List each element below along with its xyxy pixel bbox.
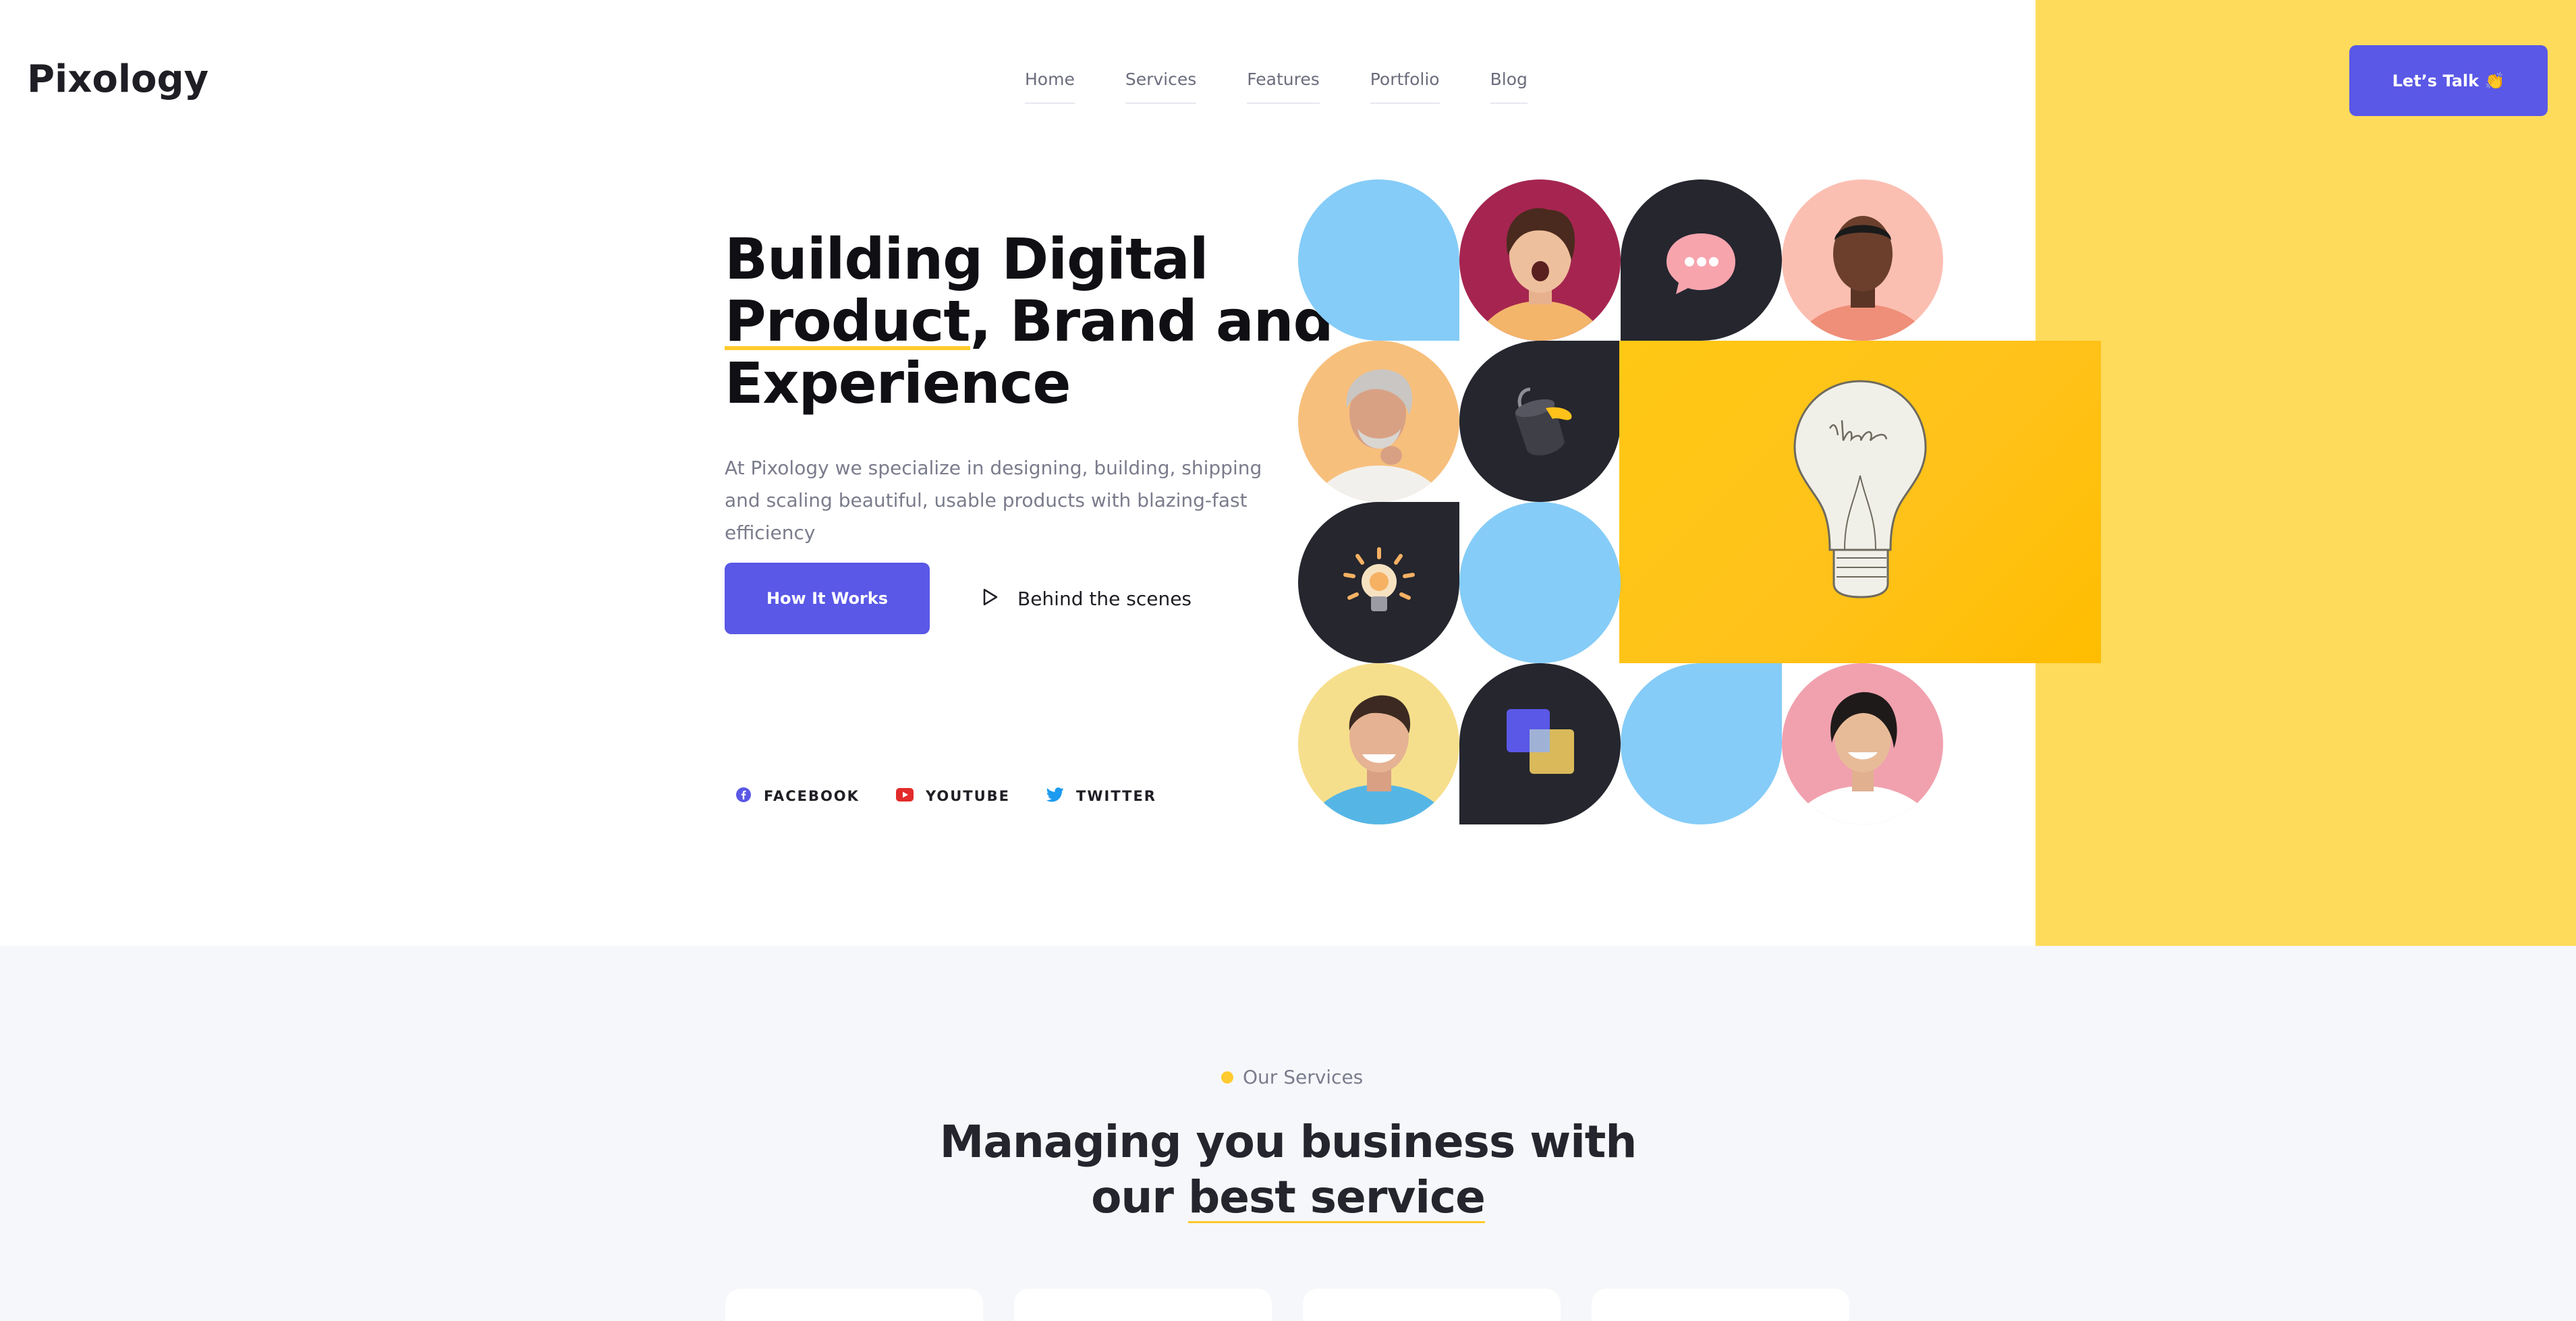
mosaic-blue-circle xyxy=(1459,502,1621,663)
nav-item-features[interactable]: Features xyxy=(1247,67,1320,104)
nav-item-portfolio[interactable]: Portfolio xyxy=(1370,67,1440,104)
hero-title-line-2-rest: , Brand and xyxy=(970,288,1334,354)
hero-title-line-3: Experience xyxy=(725,350,1071,416)
hero-title-line-1: Building Digital xyxy=(725,226,1209,292)
mosaic-dark-leaf xyxy=(1459,663,1621,824)
service-card[interactable] xyxy=(1303,1289,1561,1321)
layers-icon xyxy=(1507,709,1574,774)
hero-title: Building Digital Product, Brand and Expe… xyxy=(725,226,1334,416)
play-icon xyxy=(980,587,1000,610)
mosaic-dark-leaf xyxy=(1298,502,1459,663)
hero-title-highlight: Product xyxy=(725,288,971,354)
how-it-works-button[interactable]: How It Works xyxy=(725,563,930,634)
avatar xyxy=(1298,663,1459,824)
service-card[interactable] xyxy=(725,1289,983,1321)
paint-bucket-icon xyxy=(1515,387,1572,456)
nav-item-services[interactable]: Services xyxy=(1125,67,1197,104)
lets-talk-button[interactable]: Let’s Talk 👏 xyxy=(2349,45,2548,116)
service-card[interactable] xyxy=(1592,1289,1849,1321)
mosaic-dark-leaf xyxy=(1621,179,1782,341)
hero-description: At Pixology we specialize in designing, … xyxy=(725,457,1262,544)
social-youtube-label: YOUTUBE xyxy=(925,788,1011,804)
section-title-highlight: best service xyxy=(1187,1171,1486,1223)
social-twitter-label: TWITTER xyxy=(1076,788,1156,804)
avatar xyxy=(1298,341,1459,502)
service-card[interactable] xyxy=(1014,1289,1272,1321)
site-logo[interactable]: Pixology xyxy=(27,54,208,105)
social-links: FACEBOOK YOUTUBE TWITTER xyxy=(735,787,1193,806)
hero-title-line-2: Product, Brand and xyxy=(725,288,1334,354)
social-twitter[interactable]: TWITTER xyxy=(1046,787,1156,805)
behind-the-scenes-link[interactable]: Behind the scenes xyxy=(980,580,1192,617)
nav-item-home[interactable]: Home xyxy=(1025,67,1075,104)
section-title: Managing you business with our best serv… xyxy=(883,1115,1693,1225)
mosaic-blue-leaf xyxy=(1298,179,1459,341)
section-tag-label: Our Services xyxy=(1243,1066,1364,1088)
chat-bubble-icon xyxy=(1667,233,1735,294)
tag-dot-icon xyxy=(1221,1071,1233,1084)
mosaic-blue-leaf xyxy=(1621,663,1782,824)
avatar xyxy=(1782,663,1943,824)
section-tag: Our Services xyxy=(1221,1066,1363,1088)
section-title-line-2-plain: our xyxy=(1091,1171,1188,1223)
facebook-icon xyxy=(735,787,752,806)
avatar xyxy=(1782,179,1943,341)
social-facebook[interactable]: FACEBOOK xyxy=(735,787,860,806)
nav-item-blog[interactable]: Blog xyxy=(1490,67,1528,104)
twitter-icon xyxy=(1046,787,1064,805)
main-nav: Home Services Features Portfolio Blog xyxy=(1025,67,1578,104)
social-youtube[interactable]: YOUTUBE xyxy=(895,788,1011,804)
mosaic-dark-leaf xyxy=(1459,341,1621,502)
youtube-icon xyxy=(895,788,914,804)
hero-yellow-panel xyxy=(2036,0,2576,946)
lightbulb-icon xyxy=(1343,547,1415,611)
section-title-line-1: Managing you business with xyxy=(939,1116,1637,1168)
social-facebook-label: FACEBOOK xyxy=(764,788,860,804)
idea-bulb-illustration xyxy=(1619,341,2101,663)
avatar xyxy=(1459,179,1621,341)
behind-the-scenes-label: Behind the scenes xyxy=(1017,587,1192,610)
